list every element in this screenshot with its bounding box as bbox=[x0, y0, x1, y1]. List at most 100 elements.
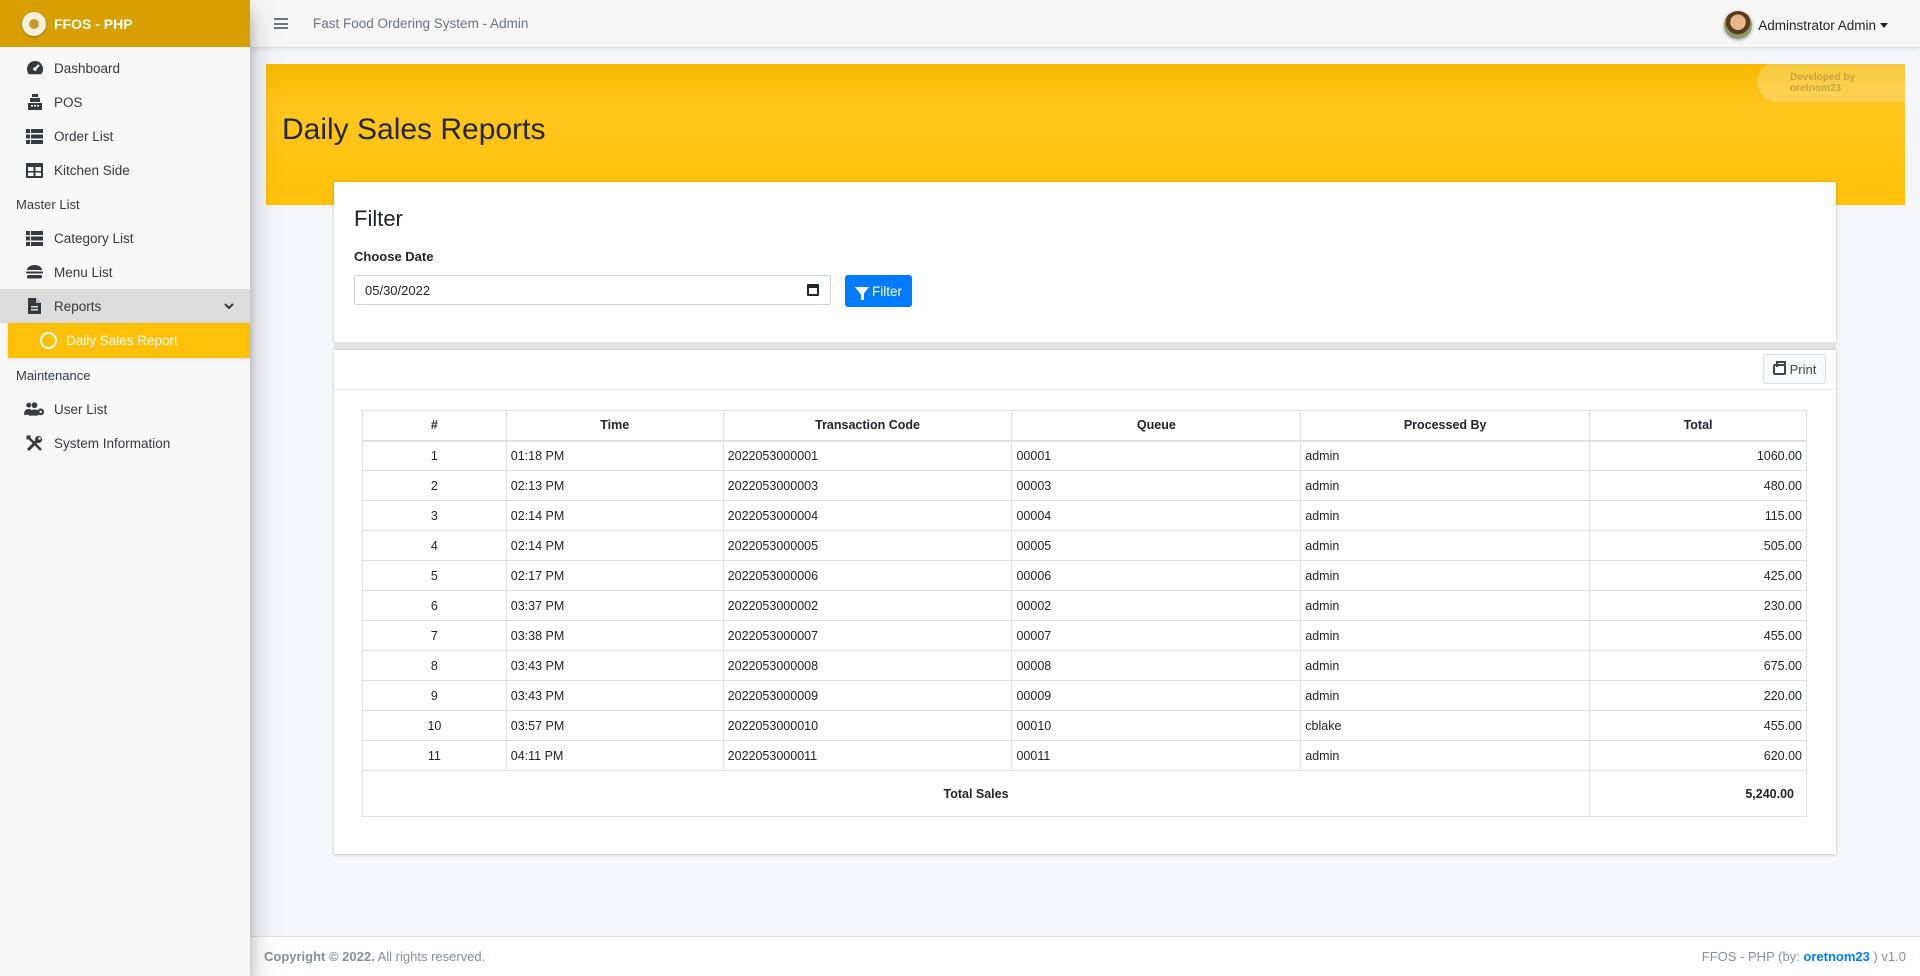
sidebar: FFOS - PHP Dashboard POS Order List Kitc… bbox=[0, 0, 250, 976]
table-header-row: # Time Transaction Code Queue Processed … bbox=[362, 410, 1807, 442]
app-credit-text: FFOS - PHP (by: bbox=[1701, 949, 1804, 964]
system-title: Fast Food Ordering System - Admin bbox=[313, 16, 529, 31]
column-header-number[interactable]: # bbox=[362, 410, 507, 442]
row-transaction-code: 2022053000006 bbox=[722, 560, 1013, 591]
date-label: Choose Date bbox=[354, 249, 434, 264]
sidebar-item-label: System Information bbox=[54, 435, 171, 451]
row-queue: 00003 bbox=[1011, 470, 1302, 501]
version-text: ) v1.0 bbox=[1869, 949, 1906, 964]
row-processed-by: cblake bbox=[1300, 710, 1591, 741]
sidebar-item-order-list[interactable]: Order List bbox=[0, 119, 250, 153]
column-header-queue[interactable]: Queue bbox=[1011, 410, 1302, 442]
filter-button-label: Filter bbox=[872, 283, 902, 299]
row-processed-by: admin bbox=[1300, 680, 1591, 711]
table-row: 2 02:13 PM 2022053000003 00003 admin 480.00 bbox=[362, 470, 1807, 501]
sidebar-item-label: Dashboard bbox=[54, 60, 121, 76]
table-row: 9 03:43 PM 2022053000009 00009 admin 220.00 bbox=[362, 680, 1807, 711]
row-time: 03:38 PM bbox=[505, 620, 724, 651]
row-transaction-code: 2022053000002 bbox=[722, 590, 1013, 621]
row-transaction-code: 2022053000010 bbox=[722, 710, 1013, 741]
table-row: 5 02:17 PM 2022053000006 00006 admin 425.00 bbox=[362, 560, 1807, 591]
print-button[interactable]: Print bbox=[1763, 354, 1826, 384]
column-header-time[interactable]: Time bbox=[505, 410, 724, 442]
table-row: 10 03:57 PM 2022053000010 00010 cblake 455.00 bbox=[362, 710, 1807, 741]
filter-title: Filter bbox=[354, 206, 403, 231]
row-time: 02:14 PM bbox=[505, 500, 724, 531]
row-queue: 00004 bbox=[1011, 500, 1302, 531]
dashboard-icon bbox=[24, 59, 45, 77]
row-total: 505.00 bbox=[1589, 530, 1807, 561]
row-processed-by: admin bbox=[1300, 440, 1591, 471]
circle-icon bbox=[40, 332, 57, 349]
sidebar-item-kitchen-side[interactable]: Kitchen Side bbox=[0, 153, 250, 187]
sidebar-item-label: User List bbox=[54, 401, 108, 417]
sidebar-item-reports[interactable]: Reports bbox=[0, 289, 250, 323]
menu-toggle-icon[interactable] bbox=[274, 16, 288, 32]
footer-version: FFOS - PHP (by: oretnom23 ) v1.0 bbox=[1702, 949, 1906, 964]
user-menu-dropdown[interactable]: Adminstrator Admin bbox=[1724, 11, 1888, 39]
sidebar-item-pos[interactable]: POS bbox=[0, 85, 250, 119]
row-total: 220.00 bbox=[1589, 680, 1807, 711]
user-name: Adminstrator Admin bbox=[1758, 17, 1876, 33]
total-sales-row: Total Sales 5,240.00 bbox=[361, 770, 1807, 817]
sidebar-item-menu-list[interactable]: Menu List bbox=[0, 255, 250, 289]
table-icon bbox=[24, 161, 45, 179]
row-queue: 00007 bbox=[1011, 620, 1302, 651]
author-link[interactable]: oretnom23 bbox=[1803, 949, 1869, 964]
row-processed-by: admin bbox=[1300, 650, 1591, 681]
row-total: 1060.00 bbox=[1589, 440, 1807, 471]
row-queue: 00009 bbox=[1011, 680, 1302, 711]
sidebar-item-label: Kitchen Side bbox=[54, 162, 130, 178]
report-card-header: Print bbox=[334, 350, 1836, 390]
print-button-label: Print bbox=[1789, 361, 1817, 377]
brand-link[interactable]: FFOS - PHP bbox=[0, 0, 250, 47]
date-input[interactable]: 05/30/2022 bbox=[354, 275, 831, 305]
table-row: 7 03:38 PM 2022053000007 00007 admin 455.00 bbox=[362, 620, 1807, 651]
calendar-icon[interactable] bbox=[807, 284, 819, 296]
list-icon bbox=[24, 229, 45, 247]
print-icon bbox=[1772, 360, 1786, 375]
row-time: 02:17 PM bbox=[505, 560, 724, 591]
sidebar-item-label: Reports bbox=[54, 298, 102, 314]
row-number: 8 bbox=[362, 650, 507, 681]
row-transaction-code: 2022053000007 bbox=[722, 620, 1013, 651]
sidebar-nav: Dashboard POS Order List Kitchen Side Ma… bbox=[0, 47, 250, 460]
row-transaction-code: 2022053000003 bbox=[722, 470, 1013, 501]
sidebar-item-system-information[interactable]: System Information bbox=[0, 426, 250, 460]
row-queue: 00008 bbox=[1011, 650, 1302, 681]
sidebar-item-daily-sales-report[interactable]: Daily Sales Report bbox=[8, 323, 250, 358]
developer-badge: Developed by oretnom23 bbox=[1757, 62, 1907, 102]
row-processed-by: admin bbox=[1300, 560, 1591, 591]
users-cog-icon bbox=[24, 400, 45, 418]
hamburger-food-icon bbox=[24, 263, 45, 281]
row-queue: 00011 bbox=[1011, 740, 1302, 771]
rights-text: All rights reserved. bbox=[374, 949, 486, 964]
sidebar-item-dashboard[interactable]: Dashboard bbox=[0, 51, 250, 85]
sidebar-item-category-list[interactable]: Category List bbox=[0, 221, 250, 255]
footer-copyright: Copyright © 2022. All rights reserved. bbox=[264, 949, 485, 964]
row-transaction-code: 2022053000008 bbox=[722, 650, 1013, 681]
sidebar-item-user-list[interactable]: User List bbox=[0, 392, 250, 426]
row-queue: 00010 bbox=[1011, 710, 1302, 741]
row-queue: 00002 bbox=[1011, 590, 1302, 621]
row-time: 03:57 PM bbox=[505, 710, 724, 741]
page-title: Daily Sales Reports bbox=[282, 113, 546, 146]
row-time: 04:11 PM bbox=[505, 740, 724, 771]
row-number: 4 bbox=[362, 530, 507, 561]
row-total: 115.00 bbox=[1589, 500, 1807, 531]
row-number: 10 bbox=[362, 710, 507, 741]
row-processed-by: admin bbox=[1300, 500, 1591, 531]
column-header-total[interactable]: Total bbox=[1589, 410, 1807, 442]
row-time: 03:43 PM bbox=[505, 680, 724, 711]
column-header-processed-by[interactable]: Processed By bbox=[1300, 410, 1591, 442]
column-header-transaction-code[interactable]: Transaction Code bbox=[722, 410, 1013, 442]
sales-report-table: # Time Transaction Code Queue Processed … bbox=[361, 410, 1807, 817]
row-time: 03:43 PM bbox=[505, 650, 724, 681]
file-icon bbox=[24, 297, 45, 315]
copyright-text: Copyright © 2022. bbox=[264, 949, 375, 964]
nav-header-maintenance: Maintenance bbox=[16, 367, 91, 383]
avatar bbox=[1724, 11, 1753, 39]
row-total: 425.00 bbox=[1589, 560, 1807, 591]
row-queue: 00005 bbox=[1011, 530, 1302, 561]
filter-button[interactable]: Filter bbox=[845, 275, 912, 307]
